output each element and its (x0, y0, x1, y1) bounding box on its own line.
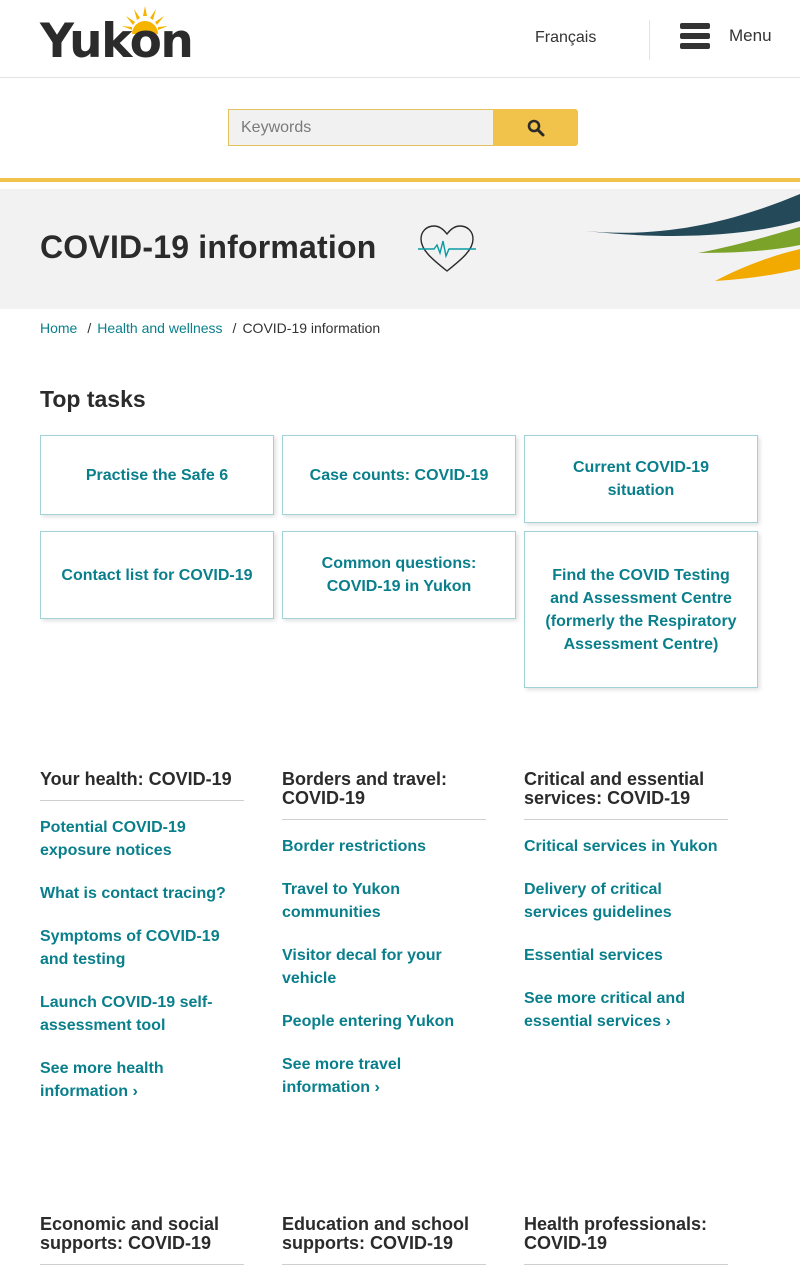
link-delivery-guidelines[interactable]: Delivery of critical services guidelines (524, 881, 672, 921)
list-item: Essential services (524, 944, 728, 967)
decorative-swoosh (585, 194, 800, 281)
task-card-current-situation[interactable]: Current COVID-19 situation (524, 435, 758, 523)
list-item: See more travel information › (282, 1053, 486, 1099)
list-item: See more critical and essential services… (524, 987, 728, 1033)
site-header: Yukon Français Menu (0, 0, 800, 78)
list-item: Potential COVID-19 exposure notices (40, 816, 244, 862)
breadcrumb-home[interactable]: Home (40, 320, 77, 336)
heart-pulse-icon (418, 225, 476, 272)
link-critical-services[interactable]: Critical services in Yukon (524, 838, 718, 855)
search-icon (527, 119, 544, 136)
breadcrumb-separator: / (232, 320, 237, 336)
task-card-safe-6[interactable]: Practise the Safe 6 (40, 435, 274, 515)
link-list: Border restrictions Travel to Yukon comm… (282, 835, 486, 1099)
task-card-testing-centre[interactable]: Find the COVID Testing and Assessment Ce… (524, 531, 758, 688)
breadcrumb: Home / Health and wellness / COVID-19 in… (40, 320, 380, 336)
yukon-logo[interactable]: Yukon (40, 4, 200, 68)
list-item: Symptoms of COVID-19 and testing (40, 925, 244, 971)
menu-label: Menu (729, 26, 772, 45)
column-title: Critical and essential services: COVID-1… (524, 770, 728, 820)
column-your-health: Your health: COVID-19 Potential COVID-19… (40, 770, 244, 1123)
column-title: Education and school supports: COVID-19 (282, 1215, 486, 1265)
header-divider (649, 20, 650, 60)
link-more-travel[interactable]: See more travel information › (282, 1056, 401, 1096)
link-exposure-notices[interactable]: Potential COVID-19 exposure notices (40, 819, 186, 859)
link-more-health[interactable]: See more health information › (40, 1060, 164, 1100)
link-people-entering[interactable]: People entering Yukon (282, 1013, 454, 1030)
list-item: Delivery of critical services guidelines (524, 878, 728, 924)
link-contact-tracing[interactable]: What is contact tracing? (40, 885, 226, 902)
column-economic-supports: Economic and social supports: COVID-19 (40, 1215, 244, 1265)
search-input[interactable] (228, 109, 494, 146)
menu-button[interactable]: Menu (680, 18, 780, 54)
link-travel-communities[interactable]: Travel to Yukon communities (282, 881, 400, 921)
link-list: Critical services in Yukon Delivery of c… (524, 835, 728, 1033)
hamburger-icon (680, 21, 710, 51)
column-title: Health professionals: COVID-19 (524, 1215, 728, 1265)
logo-wordmark: Yukon (40, 14, 194, 69)
list-item: People entering Yukon (282, 1010, 486, 1033)
breadcrumb-health-and-wellness[interactable]: Health and wellness (97, 320, 222, 336)
list-item: Launch COVID-19 self-assessment tool (40, 991, 244, 1037)
list-item: Border restrictions (282, 835, 486, 858)
language-toggle-link[interactable]: Français (535, 29, 596, 47)
link-essential-services[interactable]: Essential services (524, 947, 663, 964)
column-title: Economic and social supports: COVID-19 (40, 1215, 244, 1265)
column-title: Your health: COVID-19 (40, 770, 244, 801)
link-more-critical[interactable]: See more critical and essential services… (524, 990, 685, 1030)
task-card-common-questions[interactable]: Common questions: COVID-19 in Yukon (282, 531, 516, 619)
search-band (0, 78, 800, 190)
column-borders-travel: Borders and travel: COVID-19 Border rest… (282, 770, 486, 1119)
list-item: Critical services in Yukon (524, 835, 728, 858)
column-health-professionals: Health professionals: COVID-19 (524, 1215, 728, 1265)
column-critical-services: Critical and essential services: COVID-1… (524, 770, 728, 1053)
link-symptoms-testing[interactable]: Symptoms of COVID-19 and testing (40, 928, 220, 968)
link-list: Potential COVID-19 exposure notices What… (40, 816, 244, 1103)
link-self-assessment[interactable]: Launch COVID-19 self-assessment tool (40, 994, 212, 1034)
link-border-restrictions[interactable]: Border restrictions (282, 838, 426, 855)
column-education-supports: Education and school supports: COVID-19 (282, 1215, 486, 1265)
list-item: What is contact tracing? (40, 882, 244, 905)
list-item: Visitor decal for your vehicle (282, 944, 486, 990)
breadcrumb-separator: / (87, 320, 92, 336)
task-card-case-counts[interactable]: Case counts: COVID-19 (282, 435, 516, 515)
column-title: Borders and travel: COVID-19 (282, 770, 486, 820)
list-item: See more health information › (40, 1057, 244, 1103)
top-tasks-heading: Top tasks (40, 386, 146, 412)
task-card-contact-list[interactable]: Contact list for COVID-19 (40, 531, 274, 619)
page-title: COVID-19 information (40, 229, 377, 265)
page-hero: COVID-19 information (0, 189, 800, 309)
link-visitor-decal[interactable]: Visitor decal for your vehicle (282, 947, 442, 987)
list-item: Travel to Yukon communities (282, 878, 486, 924)
breadcrumb-current: COVID-19 information (242, 320, 381, 336)
search-button[interactable] (493, 109, 578, 146)
